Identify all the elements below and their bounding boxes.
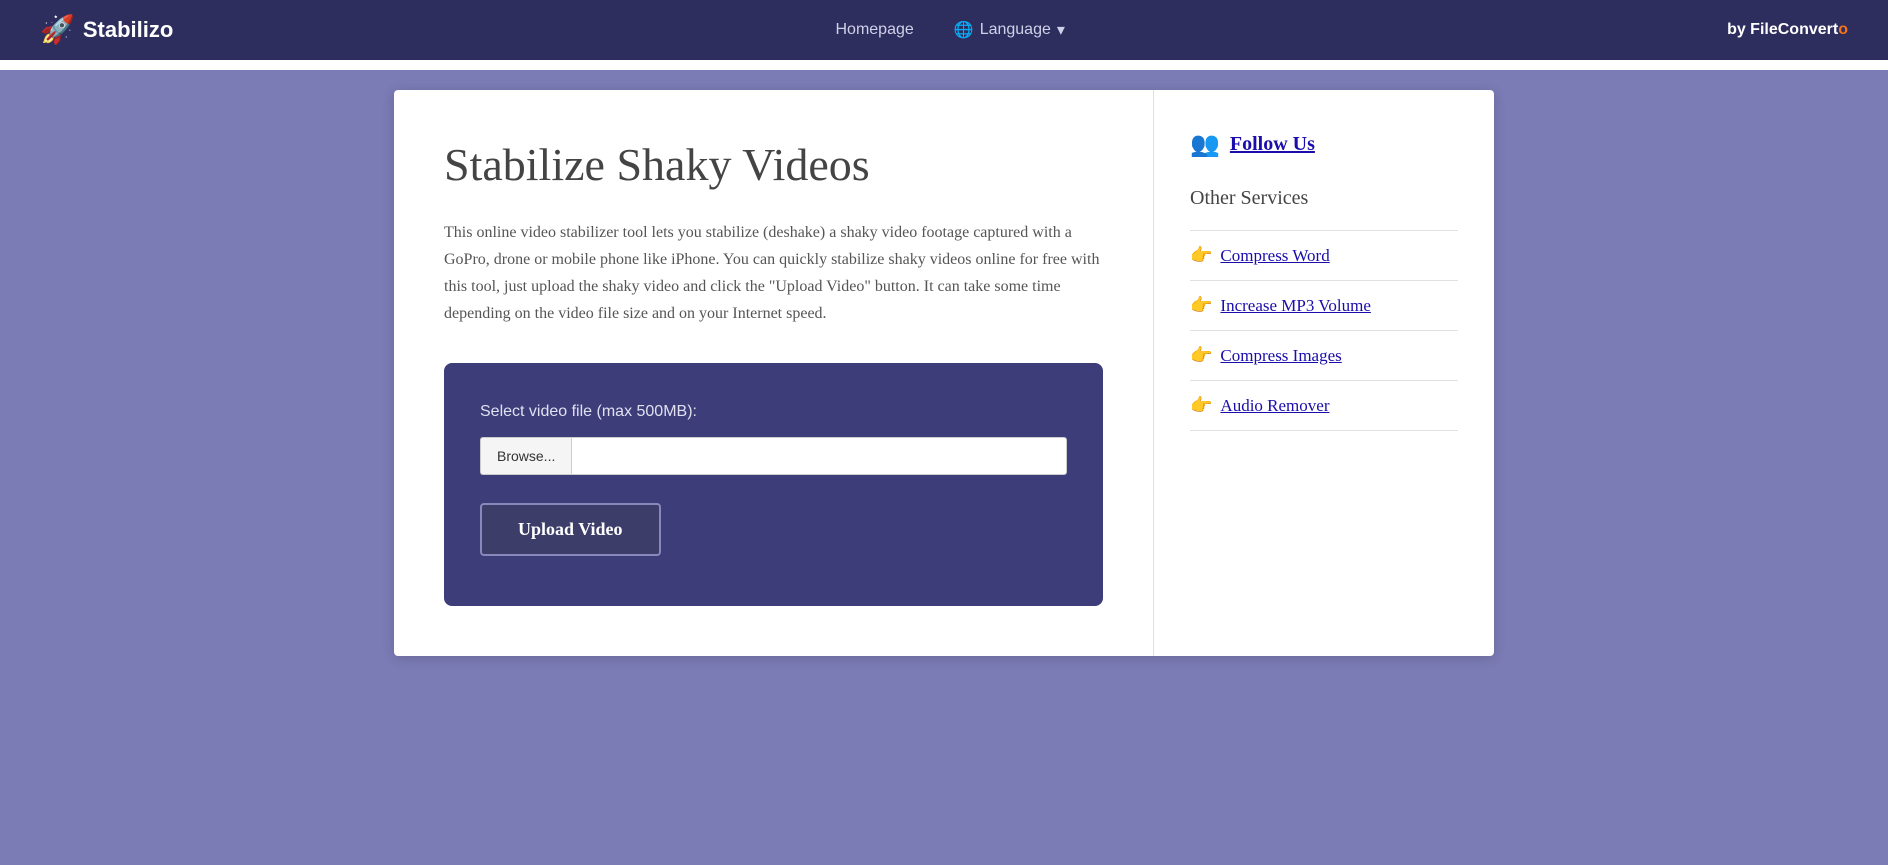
service-icon-0: 👉 bbox=[1190, 245, 1212, 266]
upload-label: Select video file (max 500MB): bbox=[480, 403, 1067, 421]
content-wrapper: Stabilize Shaky Videos This online video… bbox=[394, 90, 1494, 656]
upload-video-button[interactable]: Upload Video bbox=[480, 503, 661, 556]
follow-us-row: 👥 Follow Us bbox=[1190, 130, 1458, 159]
follow-us-link[interactable]: Follow Us bbox=[1230, 133, 1315, 156]
service-item-increase-mp3[interactable]: 👉 Increase MP3 Volume bbox=[1190, 280, 1458, 330]
service-item-audio-remover[interactable]: 👉 Audio Remover bbox=[1190, 380, 1458, 431]
service-label-1: Increase MP3 Volume bbox=[1220, 296, 1370, 316]
logo-icon: 🚀 bbox=[40, 13, 75, 47]
file-input-row: Browse... bbox=[480, 437, 1067, 475]
other-services-title: Other Services bbox=[1190, 187, 1458, 210]
service-label-2: Compress Images bbox=[1220, 346, 1341, 366]
brand-highlight: o bbox=[1838, 21, 1848, 38]
header: 🚀 Stabilizo Homepage 🌐 Language ▾ by Fil… bbox=[0, 0, 1888, 60]
right-sidebar: 👥 Follow Us Other Services 👉 Compress Wo… bbox=[1154, 90, 1494, 656]
service-icon-3: 👉 bbox=[1190, 395, 1212, 416]
browse-button[interactable]: Browse... bbox=[480, 437, 571, 475]
left-panel: Stabilize Shaky Videos This online video… bbox=[394, 90, 1154, 656]
service-label-0: Compress Word bbox=[1220, 246, 1329, 266]
top-bar bbox=[0, 60, 1888, 70]
service-item-compress-word[interactable]: 👉 Compress Word bbox=[1190, 230, 1458, 280]
file-name-input[interactable] bbox=[571, 437, 1067, 475]
page-title: Stabilize Shaky Videos bbox=[444, 140, 1103, 191]
logo-text: Stabilizo bbox=[83, 17, 173, 43]
description-text: This online video stabilizer tool lets y… bbox=[444, 219, 1103, 328]
homepage-link[interactable]: Homepage bbox=[835, 21, 913, 39]
service-icon-1: 👉 bbox=[1190, 295, 1212, 316]
service-item-compress-images[interactable]: 👉 Compress Images bbox=[1190, 330, 1458, 380]
brand-label: by FileConverto bbox=[1727, 21, 1848, 39]
language-button[interactable]: 🌐 Language ▾ bbox=[954, 20, 1065, 40]
upload-box: Select video file (max 500MB): Browse...… bbox=[444, 363, 1103, 606]
follow-icon: 👥 bbox=[1190, 130, 1220, 159]
main-nav: Homepage 🌐 Language ▾ bbox=[835, 20, 1064, 40]
logo-link[interactable]: 🚀 Stabilizo bbox=[40, 13, 173, 47]
globe-icon: 🌐 bbox=[954, 20, 974, 40]
main-background: Stabilize Shaky Videos This online video… bbox=[0, 70, 1888, 865]
brand-prefix: by FileConvert bbox=[1727, 21, 1838, 38]
service-icon-2: 👉 bbox=[1190, 345, 1212, 366]
language-label: Language bbox=[980, 21, 1051, 39]
chevron-down-icon: ▾ bbox=[1057, 20, 1065, 40]
service-label-3: Audio Remover bbox=[1220, 396, 1329, 416]
